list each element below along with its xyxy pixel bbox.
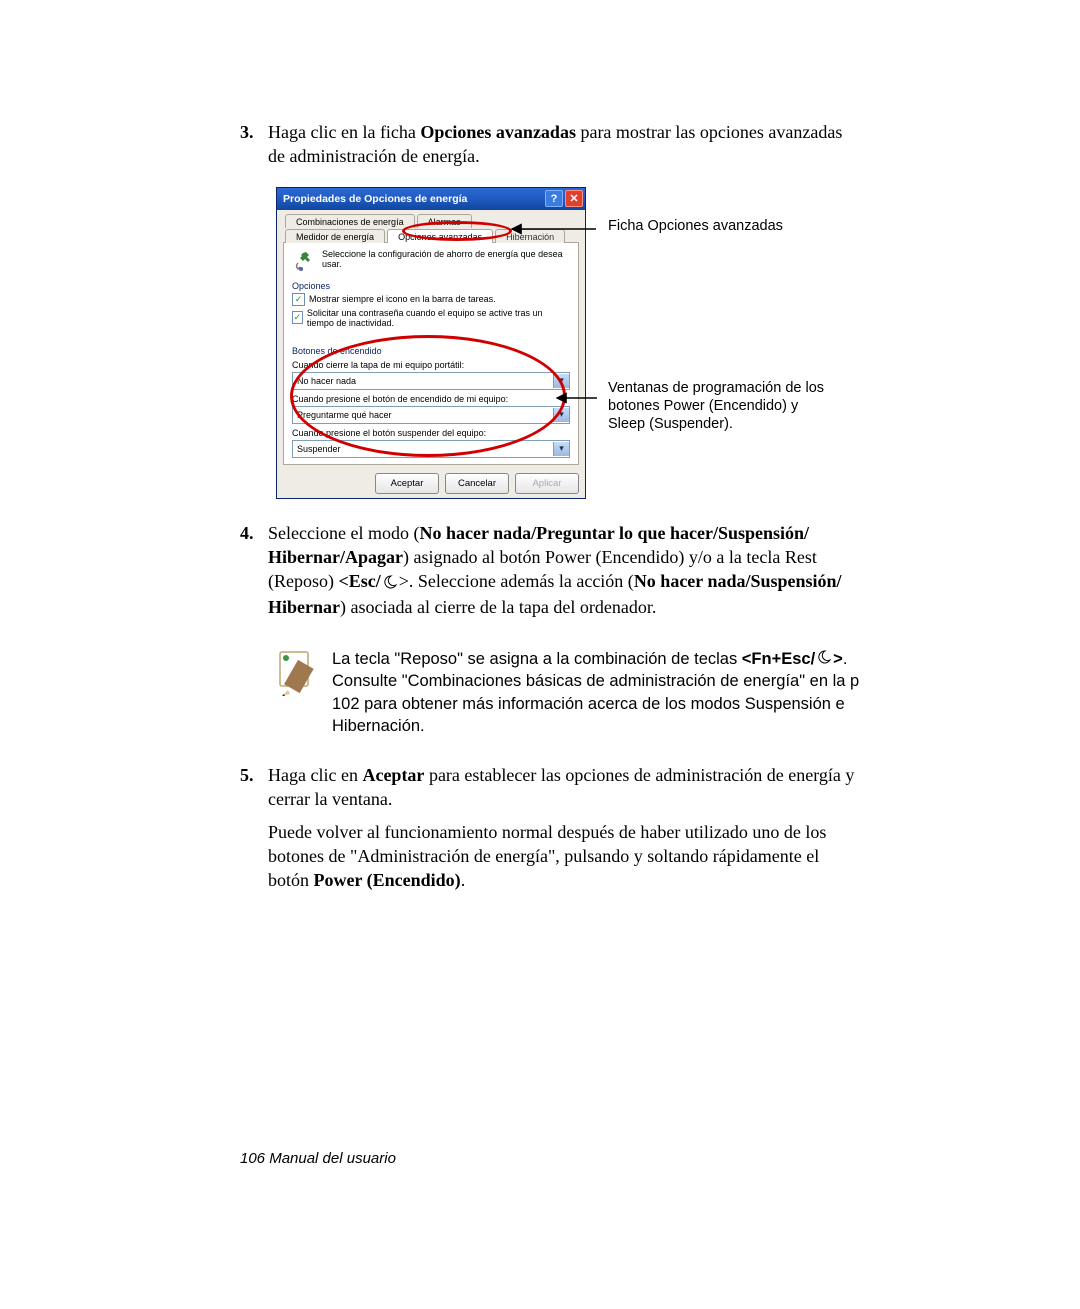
select-value: Preguntarme qué hacer (297, 410, 392, 420)
sleep-button-label: Cuando presione el botón suspender del e… (292, 428, 570, 438)
screenshot-figure: Propiedades de Opciones de energía ? ✕ C… (276, 187, 836, 497)
checkbox-show-icon[interactable]: ✓ Mostrar siempre el icono en la barra d… (292, 293, 570, 306)
panel-desc: Seleccione la configuración de ahorro de… (322, 249, 570, 269)
step-number: 3. (240, 120, 268, 169)
text-bold: > (833, 650, 843, 668)
checkbox-icon: ✓ (292, 293, 305, 306)
moon-icon (383, 571, 397, 595)
text-bold: Opciones avanzadas (420, 122, 576, 142)
help-icon[interactable]: ? (545, 190, 563, 207)
plug-icon (292, 249, 316, 273)
step-5: 5. Haga clic en Aceptar para establecer … (240, 763, 860, 892)
power-button-label: Cuando presione el botón de encendido de… (292, 394, 570, 404)
dialog-button-row: Aceptar Cancelar Aplicar (283, 473, 579, 494)
text: . (461, 870, 466, 890)
text-bold: Aceptar (362, 765, 424, 785)
tab-combinations[interactable]: Combinaciones de energía (285, 214, 415, 228)
apply-button[interactable]: Aplicar (515, 473, 579, 494)
checkbox-label: Mostrar siempre el icono en la barra de … (309, 294, 496, 304)
dialog-title: Propiedades de Opciones de energía (283, 193, 467, 205)
note-text: La tecla "Reposo" se asigna a la combina… (332, 648, 860, 738)
annotation-arrow (549, 391, 605, 405)
callout-button-windows: Ventanas de programación de los botones … (608, 379, 834, 433)
text-bold: <Esc/ (339, 571, 381, 591)
text: >. Seleccione además la acción ( (399, 571, 634, 591)
moon-icon (817, 648, 831, 670)
text-bold: Power (Encendido) (314, 870, 461, 890)
step-3: 3. Haga clic en la ficha Opciones avanza… (240, 120, 860, 169)
text: La tecla "Reposo" se asigna a la combina… (332, 650, 742, 668)
annotation-arrow (504, 222, 604, 236)
callout-advanced-tab: Ficha Opciones avanzadas (608, 217, 783, 235)
text-bold: <Fn+Esc/ (742, 650, 815, 668)
step-number: 5. (240, 763, 268, 892)
group-options-label: Opciones (292, 281, 570, 291)
dialog-titlebar: Propiedades de Opciones de energía ? ✕ (277, 188, 585, 210)
group-power-buttons: Botones de encendido Cuando cierre la ta… (292, 334, 570, 458)
checkbox-label: Solicitar una contraseña cuando el equip… (307, 308, 570, 328)
checkbox-icon: ✓ (292, 311, 303, 324)
sleep-button-select[interactable]: Suspender ▾ (292, 440, 570, 458)
tab-panel: Seleccione la configuración de ahorro de… (283, 243, 579, 465)
lid-close-select[interactable]: No hacer nada ▾ (292, 372, 570, 390)
ok-button[interactable]: Aceptar (375, 473, 439, 494)
text: Haga clic en (268, 765, 362, 785)
checkbox-password[interactable]: ✓ Solicitar una contraseña cuando el equ… (292, 308, 570, 328)
tab-advanced[interactable]: Opciones avanzadas (387, 229, 493, 243)
page-footer: 106 Manual del usuario (240, 1150, 396, 1167)
chevron-down-icon: ▾ (553, 442, 569, 456)
note-pencil-icon (276, 648, 316, 704)
step-body: Haga clic en la ficha Opciones avanzadas… (268, 120, 860, 169)
step-number: 4. (240, 521, 268, 620)
select-value: Suspender (297, 444, 341, 454)
power-button-select[interactable]: Preguntarme qué hacer ▾ (292, 406, 570, 424)
chevron-down-icon: ▾ (553, 408, 569, 422)
step-body: Haga clic en Aceptar para establecer las… (268, 763, 860, 892)
group-power-label: Botones de encendido (292, 346, 570, 356)
text: Seleccione el modo ( (268, 523, 419, 543)
close-icon[interactable]: ✕ (565, 190, 583, 207)
text: Haga clic en la ficha (268, 122, 420, 142)
tab-alarms[interactable]: Alarmas (417, 214, 472, 228)
note-box: La tecla "Reposo" se asigna a la combina… (276, 648, 860, 738)
select-value: No hacer nada (297, 376, 356, 386)
lid-close-label: Cuando cierre la tapa de mi equipo portá… (292, 360, 570, 370)
text: ) asociada al cierre de la tapa del orde… (340, 597, 656, 617)
step-body: Seleccione el modo (No hacer nada/Pregun… (268, 521, 860, 620)
tab-meter[interactable]: Medidor de energía (285, 229, 385, 243)
cancel-button[interactable]: Cancelar (445, 473, 509, 494)
step-4: 4. Seleccione el modo (No hacer nada/Pre… (240, 521, 860, 620)
chevron-down-icon: ▾ (553, 374, 569, 388)
